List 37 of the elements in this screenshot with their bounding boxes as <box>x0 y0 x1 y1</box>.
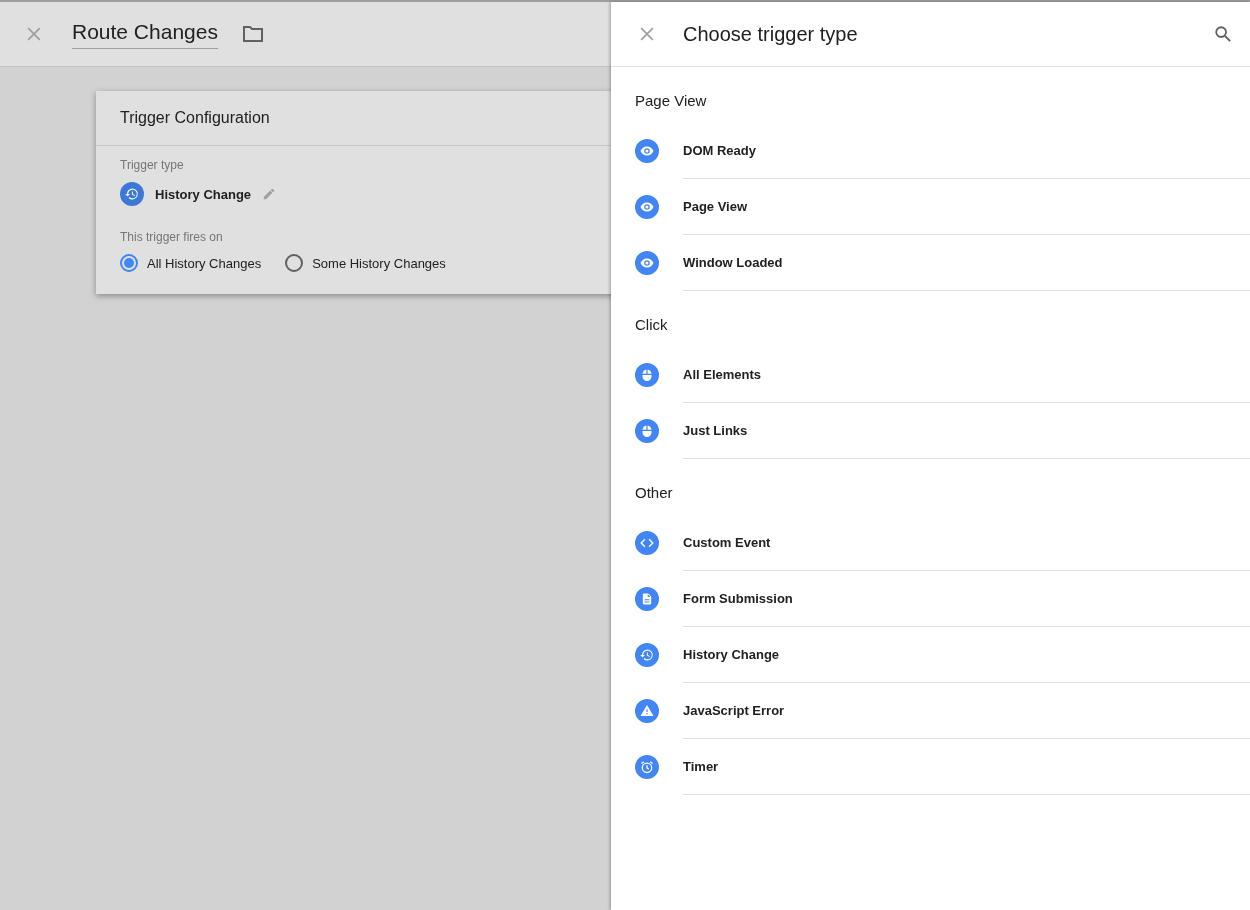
warning-icon <box>635 699 659 723</box>
radio-button[interactable] <box>120 254 138 272</box>
history-icon <box>635 643 659 667</box>
trigger-type-item[interactable]: Form Submission <box>611 571 1250 627</box>
trigger-type-item[interactable]: JavaScript Error <box>611 683 1250 739</box>
radio-option[interactable]: All History Changes <box>120 254 262 272</box>
radio-option[interactable]: Some History Changes <box>285 254 446 272</box>
fires-on-label: This trigger fires on <box>120 230 224 244</box>
section-title: Page View <box>634 91 708 111</box>
trigger-type-item[interactable]: History Change <box>611 627 1250 683</box>
trigger-type-item[interactable]: All Elements <box>611 347 1250 403</box>
card-title: Trigger Configuration <box>120 109 270 127</box>
trigger-type-item[interactable]: DOM Ready <box>611 123 1250 179</box>
mouse-icon <box>635 363 659 387</box>
trigger-type-label: Trigger type <box>120 158 185 172</box>
eye-icon <box>635 251 659 275</box>
trigger-type-item[interactable]: Page View <box>611 179 1250 235</box>
eye-icon <box>635 195 659 219</box>
alarm-clock-icon <box>635 755 659 779</box>
document-icon <box>635 587 659 611</box>
code-icon <box>635 531 659 555</box>
trigger-name-field[interactable]: Route Changes <box>72 19 218 49</box>
trigger-type-item[interactable]: Timer <box>611 739 1250 795</box>
radio-button[interactable] <box>285 254 304 272</box>
trigger-type-name: History Change <box>155 186 252 202</box>
trigger-type-item[interactable]: Custom Event <box>611 515 1250 571</box>
history-icon <box>120 182 144 206</box>
trigger-type-item[interactable]: Just Links <box>611 403 1250 459</box>
panel-title: Choose trigger type <box>683 22 859 46</box>
search-icon[interactable] <box>1214 25 1232 43</box>
trigger-type-item[interactable]: Window Loaded <box>611 235 1250 291</box>
folder-icon[interactable] <box>241 25 264 43</box>
section-title: Other <box>634 483 674 503</box>
pencil-icon[interactable] <box>262 187 277 201</box>
eye-icon <box>635 139 659 163</box>
mouse-icon <box>635 419 659 443</box>
section-title: Click <box>634 315 669 335</box>
